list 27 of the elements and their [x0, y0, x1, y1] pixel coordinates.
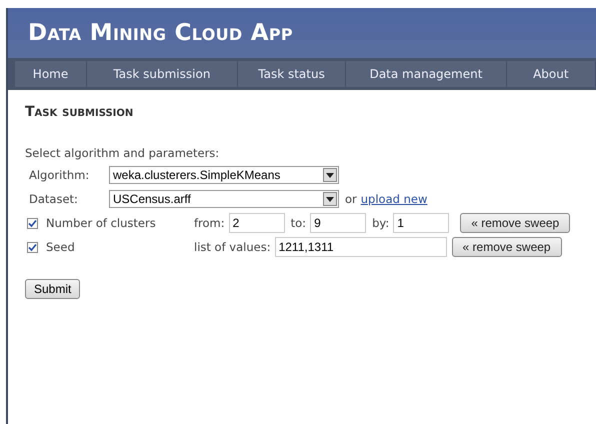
param-label: Number of clusters [46, 216, 157, 230]
values-field[interactable]: 1211,1311 [274, 237, 447, 257]
by-field[interactable]: 1 [393, 213, 450, 233]
app-title: Data Mining Cloud App [28, 20, 293, 46]
remove-sweep-button[interactable]: « remove sweep [452, 237, 562, 257]
dataset-select[interactable]: USCensus.arff [109, 190, 339, 208]
upload-link[interactable]: upload new [360, 192, 428, 206]
algorithm-select[interactable]: weka.clusterers.SimpleKMeans [109, 166, 339, 184]
nav-tab[interactable]: About [506, 61, 596, 87]
nav-tab[interactable]: Home [15, 61, 88, 87]
field-label: Dataset: [28, 192, 79, 206]
nav-tab[interactable]: Task status [238, 61, 346, 87]
from-label: from: [194, 216, 225, 230]
to-label: to: [290, 216, 306, 230]
to-field[interactable]: 9 [310, 213, 366, 233]
from-field[interactable]: 2 [228, 213, 285, 233]
list-label: list of values: [194, 240, 271, 254]
remove-sweep-button[interactable]: « remove sweep [460, 213, 570, 233]
param-label: Seed [46, 240, 76, 254]
submit-button[interactable]: Submit [25, 279, 80, 299]
page-title: Task submission [25, 104, 134, 120]
intro-text: Select algorithm and parameters: [25, 146, 220, 160]
by-label: by: [372, 216, 390, 230]
field-label: Algorithm: [28, 168, 90, 182]
nav-tab[interactable]: Task submission [87, 61, 238, 87]
nav-tab[interactable]: Data management [346, 61, 507, 87]
or-text: or [345, 192, 357, 206]
